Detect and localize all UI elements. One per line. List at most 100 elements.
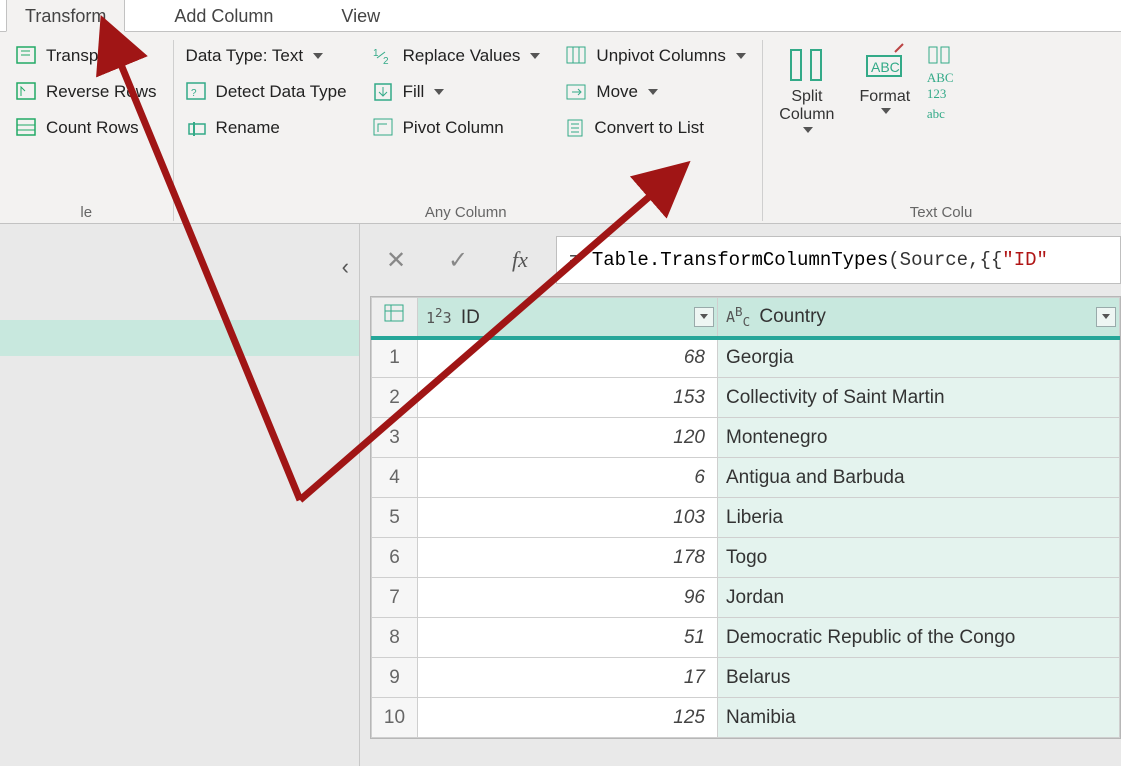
cell-country[interactable]: Namibia bbox=[718, 698, 1120, 738]
cell-country[interactable]: Liberia bbox=[718, 498, 1120, 538]
unpivot-label: Unpivot Columns bbox=[596, 46, 725, 66]
tab-view[interactable]: View bbox=[322, 0, 399, 31]
detect-label: Detect Data Type bbox=[216, 82, 347, 102]
parse-icon: abc bbox=[927, 106, 945, 122]
row-number: 9 bbox=[372, 658, 418, 698]
row-number: 6 bbox=[372, 538, 418, 578]
count-rows-button[interactable]: Count Rows bbox=[12, 116, 161, 140]
pivot-column-button[interactable]: Pivot Column bbox=[369, 116, 545, 140]
reverse-rows-button[interactable]: Reverse Rows bbox=[12, 80, 161, 104]
svg-text:?: ? bbox=[191, 88, 197, 99]
cell-id[interactable]: 68 bbox=[418, 338, 718, 378]
transpose-icon bbox=[16, 46, 38, 66]
cell-id[interactable]: 51 bbox=[418, 618, 718, 658]
caret-icon bbox=[803, 127, 813, 133]
row-number: 10 bbox=[372, 698, 418, 738]
tab-transform[interactable]: Transform bbox=[6, 0, 125, 32]
caret-icon bbox=[313, 53, 323, 59]
cell-id[interactable]: 120 bbox=[418, 418, 718, 458]
formula-accept-button[interactable]: ✓ bbox=[432, 236, 484, 284]
data-table: 123 ID ABC Country 168Georgia2153Collect… bbox=[370, 296, 1121, 739]
formula-cancel-button[interactable]: ✕ bbox=[370, 236, 422, 284]
cell-id[interactable]: 125 bbox=[418, 698, 718, 738]
formula-str: "ID" bbox=[1002, 249, 1048, 271]
table-row[interactable]: 6178Togo bbox=[372, 538, 1120, 578]
detect-icon: ? bbox=[186, 82, 208, 102]
table-row[interactable]: 168Georgia bbox=[372, 338, 1120, 378]
cell-country[interactable]: Belarus bbox=[718, 658, 1120, 698]
fill-button[interactable]: Fill bbox=[369, 80, 545, 104]
detect-data-type-button[interactable]: ? Detect Data Type bbox=[182, 80, 351, 104]
cell-country[interactable]: Togo bbox=[718, 538, 1120, 578]
column-header-country-label: Country bbox=[759, 306, 826, 327]
table-row[interactable]: 917Belarus bbox=[372, 658, 1120, 698]
cell-id[interactable]: 153 bbox=[418, 378, 718, 418]
cell-id[interactable]: 178 bbox=[418, 538, 718, 578]
row-number: 2 bbox=[372, 378, 418, 418]
reverse-rows-icon bbox=[16, 82, 38, 102]
cell-id[interactable]: 96 bbox=[418, 578, 718, 618]
table-row[interactable]: 851Democratic Republic of the Congo bbox=[372, 618, 1120, 658]
convert-to-list-button[interactable]: Convert to List bbox=[562, 116, 749, 140]
cell-id[interactable]: 17 bbox=[418, 658, 718, 698]
count-rows-label: Count Rows bbox=[46, 118, 139, 138]
cell-country[interactable]: Democratic Republic of the Congo bbox=[718, 618, 1120, 658]
collapse-queries-icon[interactable]: ‹ bbox=[342, 254, 349, 280]
move-button[interactable]: Move bbox=[562, 80, 749, 104]
tab-add-column[interactable]: Add Column bbox=[155, 0, 292, 31]
table-row[interactable]: 10125Namibia bbox=[372, 698, 1120, 738]
pivot-icon bbox=[373, 118, 395, 138]
move-label: Move bbox=[596, 82, 638, 102]
main-area: ‹ ✕ ✓ fx = Table.TransformColumnTypes(So… bbox=[0, 224, 1121, 766]
merge-columns-button[interactable] bbox=[927, 44, 972, 66]
row-number: 3 bbox=[372, 418, 418, 458]
column-filter-id[interactable] bbox=[694, 307, 714, 327]
unpivot-columns-button[interactable]: Unpivot Columns bbox=[562, 44, 749, 68]
cell-id[interactable]: 6 bbox=[418, 458, 718, 498]
unpivot-icon bbox=[566, 46, 588, 66]
cell-country[interactable]: Georgia bbox=[718, 338, 1120, 378]
format-button[interactable]: ABC Format bbox=[849, 40, 921, 198]
cell-country[interactable]: Collectivity of Saint Martin bbox=[718, 378, 1120, 418]
column-header-id-label: ID bbox=[461, 307, 480, 328]
table-row[interactable]: 2153Collectivity of Saint Martin bbox=[372, 378, 1120, 418]
caret-icon bbox=[648, 89, 658, 95]
parse-button[interactable]: abc bbox=[927, 106, 972, 122]
cell-country[interactable]: Jordan bbox=[718, 578, 1120, 618]
transpose-button[interactable]: Transpose bbox=[12, 44, 161, 68]
data-type-label: Data Type: Text bbox=[186, 46, 304, 66]
pivot-label: Pivot Column bbox=[403, 118, 504, 138]
cell-id[interactable]: 103 bbox=[418, 498, 718, 538]
format-icon: ABC bbox=[863, 42, 907, 86]
table-row[interactable]: 5103Liberia bbox=[372, 498, 1120, 538]
rename-button[interactable]: Rename bbox=[182, 116, 351, 140]
query-item-selected[interactable] bbox=[0, 320, 359, 356]
row-number: 7 bbox=[372, 578, 418, 618]
extract-button[interactable]: ABC123 bbox=[927, 70, 972, 102]
cell-country[interactable]: Montenegro bbox=[718, 418, 1120, 458]
fill-label: Fill bbox=[403, 82, 425, 102]
fill-icon bbox=[373, 82, 395, 102]
data-type-button[interactable]: Data Type: Text bbox=[182, 44, 351, 68]
format-label: Format bbox=[860, 88, 911, 106]
queries-pane: ‹ bbox=[0, 224, 360, 766]
column-header-country[interactable]: ABC Country bbox=[718, 298, 1120, 338]
formula-input[interactable]: = Table.TransformColumnTypes(Source,{{"I… bbox=[556, 236, 1121, 284]
cell-country[interactable]: Antigua and Barbuda bbox=[718, 458, 1120, 498]
column-filter-country[interactable] bbox=[1096, 307, 1116, 327]
ribbon-group-any-column: Data Type: Text ? Detect Data Type Renam… bbox=[178, 40, 763, 221]
row-number: 5 bbox=[372, 498, 418, 538]
rename-label: Rename bbox=[216, 118, 280, 138]
caret-icon bbox=[736, 53, 746, 59]
split-column-label: Split Column bbox=[771, 88, 843, 125]
formula-fn: Table.TransformColumnTypes bbox=[592, 249, 888, 271]
split-column-button[interactable]: Split Column bbox=[771, 40, 843, 198]
table-row[interactable]: 46Antigua and Barbuda bbox=[372, 458, 1120, 498]
table-row[interactable]: 3120Montenegro bbox=[372, 418, 1120, 458]
table-corner-button[interactable] bbox=[372, 298, 418, 338]
replace-values-button[interactable]: 12 Replace Values bbox=[369, 44, 545, 68]
caret-icon bbox=[434, 89, 444, 95]
table-row[interactable]: 796Jordan bbox=[372, 578, 1120, 618]
column-header-id[interactable]: 123 ID bbox=[418, 298, 718, 338]
move-icon bbox=[566, 82, 588, 102]
